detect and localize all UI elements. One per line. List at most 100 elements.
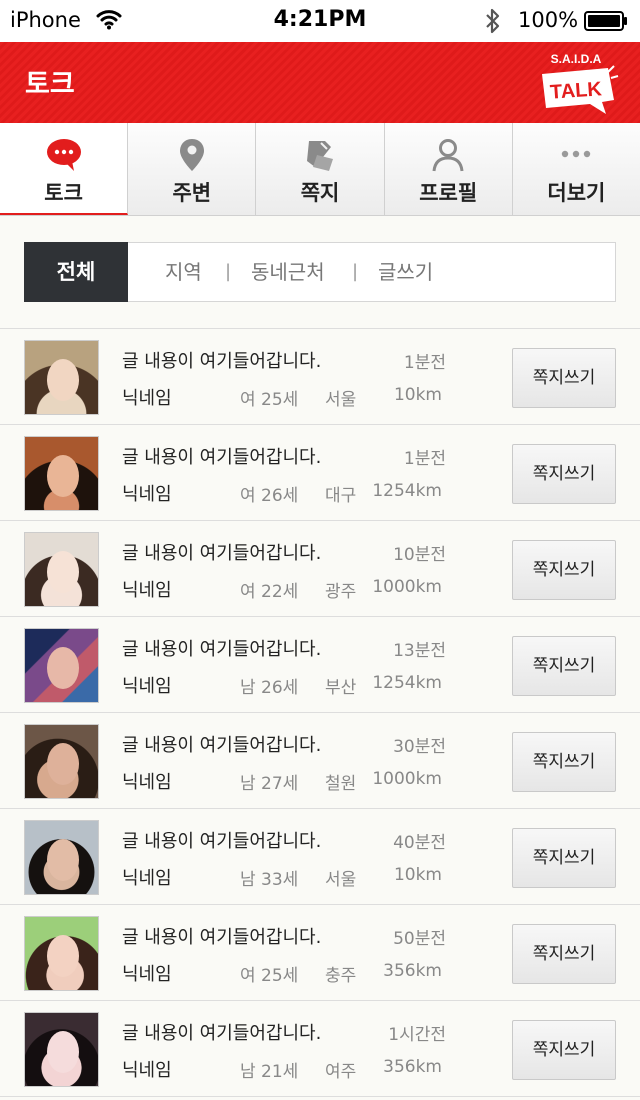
send-note-button[interactable]: 쪽지쓰기 (512, 732, 616, 792)
filter-bar: 전체 지역 | 동네근처 | 글쓰기 (24, 242, 616, 302)
post-city: 광주 (325, 582, 357, 602)
avatar[interactable] (24, 436, 99, 511)
list-item[interactable]: 글 내용이 여기들어갑니다. 1분전 닉네임 여 25세 서울 10km 쪽지쓰… (0, 329, 640, 425)
post-city: 충주 (325, 966, 357, 986)
avatar[interactable] (24, 916, 99, 991)
tab-label: 쪽지 (300, 181, 340, 205)
bluetooth-icon (484, 7, 502, 39)
tab-label: 주변 (172, 181, 212, 205)
post-nickname: 닉네임 (122, 868, 172, 889)
tab-nearby[interactable]: 주변 (128, 123, 257, 215)
avatar[interactable] (24, 340, 99, 415)
battery-icon (584, 11, 628, 31)
post-age: 여 25세 (240, 390, 299, 410)
app-header: 토크 S.A.I.D.A TALK (0, 42, 640, 123)
logo-main-text: TALK (549, 78, 603, 104)
list-item[interactable]: 글 내용이 여기들어갑니다. 40분전 닉네임 남 33세 서울 10km 쪽지… (0, 809, 640, 905)
post-time: 13분전 (393, 641, 446, 661)
post-city: 대구 (325, 486, 357, 506)
post-age: 남 21세 (240, 1062, 299, 1082)
tab-notes[interactable]: 쪽지 (256, 123, 385, 215)
post-distance: 356km (383, 1057, 442, 1077)
filter-nearby[interactable]: 동네근처 (251, 243, 325, 301)
post-city: 서울 (325, 390, 357, 410)
page-title: 토크 (25, 69, 75, 100)
post-message: 글 내용이 여기들어갑니다. (122, 639, 322, 660)
filter-all[interactable]: 전체 (24, 242, 128, 302)
tab-label: 토크 (44, 181, 83, 205)
avatar[interactable] (24, 532, 99, 607)
post-distance: 1000km (372, 577, 442, 597)
post-message: 글 내용이 여기들어갑니다. (122, 1023, 322, 1044)
tab-label: 프로필 (419, 181, 478, 205)
post-distance: 10km (393, 385, 442, 405)
main-nav: 토크 주변 쪽지 프로필 더보기 (0, 123, 640, 216)
post-time: 10분전 (393, 545, 446, 565)
avatar[interactable] (24, 724, 99, 799)
list-item[interactable]: 글 내용이 여기들어갑니다. 1시간전 닉네임 남 21세 여주 356km 쪽… (0, 1001, 640, 1097)
filter-region[interactable]: 지역 (165, 243, 202, 301)
send-note-button[interactable]: 쪽지쓰기 (512, 924, 616, 984)
post-distance: 10km (393, 865, 442, 885)
post-nickname: 닉네임 (122, 484, 172, 505)
post-distance: 356km (383, 961, 442, 981)
list-item[interactable]: 글 내용이 여기들어갑니다. 10분전 닉네임 여 22세 광주 1000km … (0, 521, 640, 617)
post-message: 글 내용이 여기들어갑니다. (122, 543, 322, 564)
avatar[interactable] (24, 1012, 99, 1087)
post-message: 글 내용이 여기들어갑니다. (122, 351, 322, 372)
post-distance: 1254km (372, 481, 442, 501)
filter-divider: | (352, 261, 359, 282)
post-distance: 1000km (372, 769, 442, 789)
post-nickname: 닉네임 (122, 676, 172, 697)
post-city: 철원 (325, 774, 357, 794)
post-nickname: 닉네임 (122, 1060, 172, 1081)
chat-bubble-icon (0, 137, 127, 175)
post-time: 30분전 (393, 737, 446, 757)
post-list: 글 내용이 여기들어갑니다. 1분전 닉네임 여 25세 서울 10km 쪽지쓰… (0, 328, 640, 1097)
post-message: 글 내용이 여기들어갑니다. (122, 447, 322, 468)
post-age: 여 22세 (240, 582, 299, 602)
send-note-button[interactable]: 쪽지쓰기 (512, 540, 616, 600)
post-message: 글 내용이 여기들어갑니다. (122, 831, 322, 852)
post-time: 1분전 (403, 353, 446, 373)
battery-percent: 100% (518, 8, 579, 32)
tab-talk[interactable]: 토크 (0, 123, 129, 215)
post-time: 50분전 (393, 929, 446, 949)
post-time: 1분전 (403, 449, 446, 469)
send-note-button[interactable]: 쪽지쓰기 (512, 828, 616, 888)
post-city: 서울 (325, 870, 357, 890)
tab-label: 더보기 (547, 181, 606, 205)
post-age: 남 33세 (240, 870, 299, 890)
send-note-button[interactable]: 쪽지쓰기 (512, 636, 616, 696)
post-age: 남 26세 (240, 678, 299, 698)
post-age: 남 27세 (240, 774, 299, 794)
post-time: 40분전 (393, 833, 446, 853)
saida-talk-logo[interactable]: S.A.I.D.A TALK (532, 48, 620, 118)
post-message: 글 내용이 여기들어갑니다. (122, 735, 322, 756)
avatar[interactable] (24, 820, 99, 895)
filter-write[interactable]: 글쓰기 (378, 243, 433, 301)
more-dots-icon (513, 137, 640, 175)
list-item[interactable]: 글 내용이 여기들어갑니다. 30분전 닉네임 남 27세 철원 1000km … (0, 713, 640, 809)
send-note-button[interactable]: 쪽지쓰기 (512, 348, 616, 408)
tab-more[interactable]: 더보기 (513, 123, 640, 215)
status-bar: iPhone 4:21PM 100% (0, 0, 640, 42)
send-note-button[interactable]: 쪽지쓰기 (512, 1020, 616, 1080)
post-distance: 1254km (372, 673, 442, 693)
post-message: 글 내용이 여기들어갑니다. (122, 927, 322, 948)
person-icon (385, 137, 512, 175)
logo-top-text: S.A.I.D.A (551, 52, 602, 66)
list-item[interactable]: 글 내용이 여기들어갑니다. 50분전 닉네임 여 25세 충주 356km 쪽… (0, 905, 640, 1001)
post-nickname: 닉네임 (122, 388, 172, 409)
post-age: 여 26세 (240, 486, 299, 506)
send-note-button[interactable]: 쪽지쓰기 (512, 444, 616, 504)
post-nickname: 닉네임 (122, 772, 172, 793)
post-city: 여주 (325, 1062, 357, 1082)
filter-divider: | (225, 261, 232, 282)
post-time: 1시간전 (388, 1025, 446, 1045)
list-item[interactable]: 글 내용이 여기들어갑니다. 1분전 닉네임 여 26세 대구 1254km 쪽… (0, 425, 640, 521)
post-age: 여 25세 (240, 966, 299, 986)
tab-profile[interactable]: 프로필 (385, 123, 513, 215)
avatar[interactable] (24, 628, 99, 703)
list-item[interactable]: 글 내용이 여기들어갑니다. 13분전 닉네임 남 26세 부산 1254km … (0, 617, 640, 713)
